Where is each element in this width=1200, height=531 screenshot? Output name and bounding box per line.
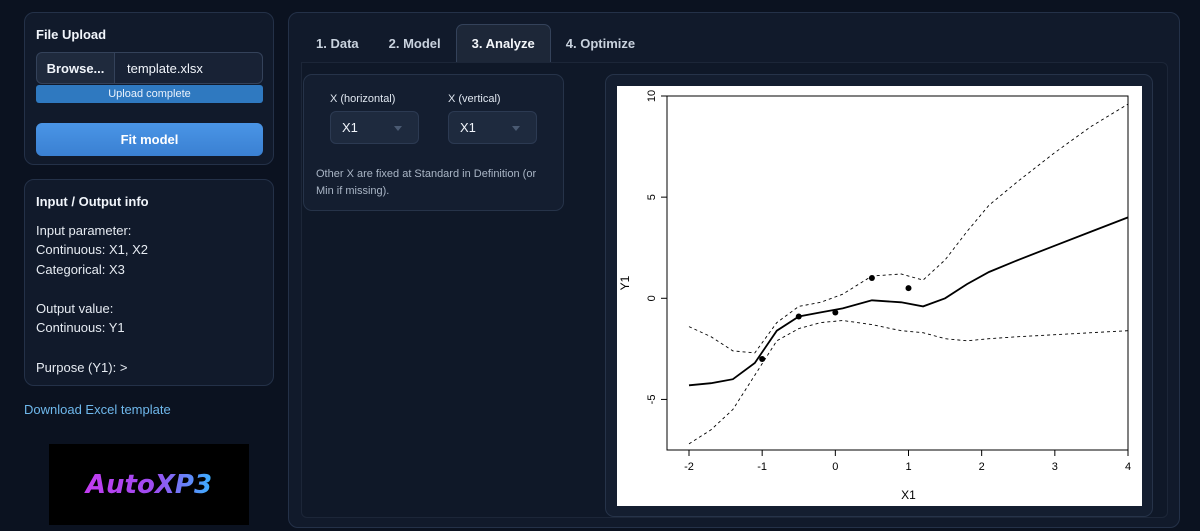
y-tick-label: 5 — [646, 194, 658, 200]
file-input[interactable]: Browse... template.xlsx — [36, 52, 263, 84]
data-point — [832, 309, 839, 316]
continuous-outputs: Continuous: Y1 — [36, 320, 125, 335]
confidence-band-line — [688, 103, 1129, 354]
continuous-inputs: Continuous: X1, X2 — [36, 242, 149, 257]
plot-frame — [666, 95, 1129, 451]
confidence-band-line — [688, 320, 1129, 445]
input-parameter-header: Input parameter: — [36, 223, 132, 238]
data-point — [795, 313, 802, 320]
file-name-field[interactable]: template.xlsx — [115, 52, 263, 84]
mean-line — [688, 216, 1129, 387]
upload-progress-fill: Upload complete — [36, 85, 263, 103]
x-tick-label: -2 — [684, 461, 694, 473]
chevron-down-icon — [394, 126, 402, 131]
io-info-title: Input / Output info — [36, 194, 149, 209]
y-tick-label: 10 — [646, 90, 658, 102]
file-upload-title: File Upload — [36, 27, 107, 42]
fit-model-button[interactable]: Fit model — [36, 123, 263, 156]
file-upload-panel: File Upload Browse... template.xlsx Uplo… — [24, 12, 274, 165]
tab-optimize[interactable]: 4. Optimize — [551, 24, 650, 62]
svg-text:AutoXP3: AutoXP3 — [84, 470, 212, 500]
categorical-inputs: Categorical: X3 — [36, 262, 125, 277]
output-value-header: Output value: — [36, 301, 114, 316]
plot-area: -2 -1 0 1 2 3 4 -5 0 5 10 X1 Y1 — [617, 86, 1142, 506]
plot-card: -2 -1 0 1 2 3 4 -5 0 5 10 X1 Y1 — [605, 74, 1153, 517]
x-tick-label: 0 — [832, 461, 838, 473]
x-horizontal-label: X (horizontal) — [330, 93, 396, 105]
download-template-link[interactable]: Download Excel template — [24, 402, 171, 417]
tab-model[interactable]: 2. Model — [374, 24, 456, 62]
x-vertical-value: X1 — [460, 120, 476, 135]
autoxp3-logo: AutoXP3 — [49, 444, 249, 525]
x-axis-label: X1 — [901, 488, 916, 502]
x-tick-label: 3 — [1052, 461, 1058, 473]
data-point — [759, 355, 766, 362]
axis-settings-card: X (horizontal) X1 X (vertical) X1 Other … — [303, 74, 564, 211]
upload-progress-bar: Upload complete — [36, 85, 263, 103]
y-axis-label: Y1 — [618, 275, 632, 290]
data-point — [868, 275, 875, 282]
logo-graphic: AutoXP3 — [84, 470, 212, 500]
tab-bar: 1. Data 2. Model 3. Analyze 4. Optimize — [301, 24, 650, 62]
logo-text-auto: Auto — [84, 470, 155, 500]
fixed-x-note: Other X are fixed at Standard in Definit… — [316, 168, 537, 197]
x-vertical-select[interactable]: X1 — [448, 111, 537, 144]
data-point — [905, 285, 912, 292]
tab-analyze[interactable]: 3. Analyze — [455, 24, 551, 62]
purpose-text: Purpose (Y1): > — [36, 360, 128, 375]
tab-data[interactable]: 1. Data — [301, 24, 374, 62]
x-tick-label: 1 — [905, 461, 911, 473]
x-vertical-label: X (vertical) — [448, 93, 501, 105]
y-tick-label: 0 — [646, 295, 658, 301]
main-panel: 1. Data 2. Model 3. Analyze 4. Optimize … — [288, 12, 1180, 528]
x-horizontal-select[interactable]: X1 — [330, 111, 419, 144]
x-tick-label: 4 — [1125, 461, 1131, 473]
browse-button[interactable]: Browse... — [36, 52, 115, 84]
x-horizontal-value: X1 — [342, 120, 358, 135]
y-tick-label: -5 — [646, 395, 658, 405]
chevron-down-icon — [512, 126, 520, 131]
io-info-panel: Input / Output info Input parameter: Con… — [24, 179, 274, 386]
logo-text-xp3: XP3 — [153, 470, 212, 500]
effect-plot: -2 -1 0 1 2 3 4 -5 0 5 10 X1 Y1 — [618, 90, 1131, 502]
x-tick-label: -1 — [757, 461, 767, 473]
x-tick-label: 2 — [979, 461, 985, 473]
